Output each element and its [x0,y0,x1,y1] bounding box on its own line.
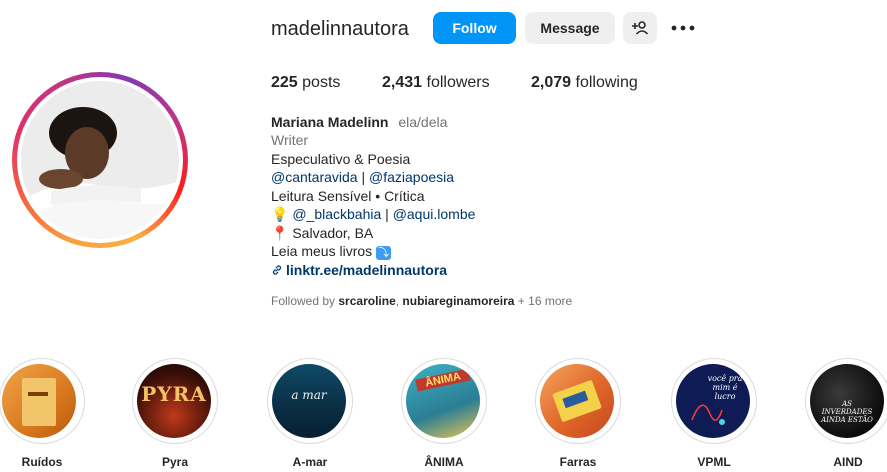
posts-stat: 225 posts [271,74,340,92]
highlight-label: AIND [833,455,863,469]
followers-stat[interactable]: 2,431 followers [382,74,490,92]
following-count: 2,079 [531,74,572,91]
highlight-label: A-mar [292,455,328,469]
highlight-cover-text: PYRA [141,382,207,406]
follow-button[interactable]: Follow [433,12,516,44]
bio-location: Salvador, BA [292,225,374,241]
location-pin-icon: 📍 [271,225,289,241]
more-options-button[interactable] [668,12,698,44]
highlight-label: Pyra [161,455,189,469]
followed-by-user: nubiareginamoreira [402,294,515,308]
posts-label: posts [302,74,341,91]
following-stat[interactable]: 2,079 following [531,74,638,92]
highlight-cover: PYRA [137,364,211,438]
bio-books-row: Leia meus livros ⤵ [271,242,392,260]
highlight-cover-text: a mar [291,388,327,402]
avatar-photo [21,81,179,239]
link-icon [272,265,282,275]
external-link[interactable]: linktr.ee/madelinnautora [286,262,447,278]
message-button[interactable]: Message [525,12,615,44]
highlight-label: VPML [697,455,731,469]
bio-location-row: 📍 Salvador, BA [271,224,373,242]
mention-separator: | [385,206,389,222]
highlight-cover-art [22,378,56,426]
followed-by-prefix: Followed by [271,294,336,308]
followers-count: 2,431 [382,74,423,91]
mention-link[interactable]: @aqui.lombe [393,206,476,222]
followed-by-user: srcaroline [338,294,396,308]
highlight-label: ÂNIMA [424,455,464,469]
bio-books-text: Leia meus livros [271,243,373,259]
highlight-cover: a mar [272,364,346,438]
profile-avatar[interactable] [12,72,188,248]
bio-pronouns: ela/dela [398,114,448,130]
suggested-accounts-button[interactable] [623,12,657,44]
bio-full-name: Mariana Madelinn [271,114,389,130]
bio-line-genres: Especulativo & Poesia [271,151,411,167]
bio-mentions-row-1: @cantaravida | @faziapoesia [271,168,454,186]
bio-name-row: Mariana Madelinn ela/dela [271,113,447,131]
arrow-down-icon: ⤵ [376,246,392,260]
highlight-cover: AS INVERDADES AINDA ESTÃO [810,364,884,438]
followed-by[interactable]: Followed by srcaroline, nubiareginamorei… [271,294,572,308]
highlight-label: Ruídos [21,455,63,469]
highlight-cover [2,364,76,438]
highlight-cover-text: ÂNIMA [415,368,471,392]
profile-username: madelinnautora [271,18,409,40]
mention-separator: | [361,169,366,185]
highlight-cover: você pra mim é lucro [676,364,750,438]
bio-external-link-row[interactable]: linktr.ee/madelinnautora [271,261,447,279]
highlight-cover-text: AS INVERDADES AINDA ESTÃO [821,400,873,424]
highlight-cover: ÂNIMA [406,364,480,438]
mention-link[interactable]: @faziapoesia [369,169,454,185]
highlight-cover-art [552,380,602,422]
mention-link[interactable]: @_blackbahia [292,206,381,222]
bio-category: Writer [271,132,309,148]
followers-label: followers [426,74,490,91]
mention-link[interactable]: @cantaravida [271,169,358,185]
add-person-icon [632,21,648,35]
avatar-illustration [21,81,179,239]
more-horizontal-icon [671,25,695,31]
highlight-cover [540,364,614,438]
bio-mentions-row-2: 💡 @_blackbahia | @aqui.lombe [271,205,475,223]
highlight-cover-text: você pra mim é lucro [707,374,743,401]
lightbulb-icon: 💡 [271,206,289,222]
posts-count: 225 [271,74,298,91]
followed-by-more: + 16 more [517,294,573,308]
following-label: following [575,74,638,91]
bio-line-services: Leitura Sensível • Crítica [271,188,425,204]
highlight-label: Farras [559,455,597,469]
